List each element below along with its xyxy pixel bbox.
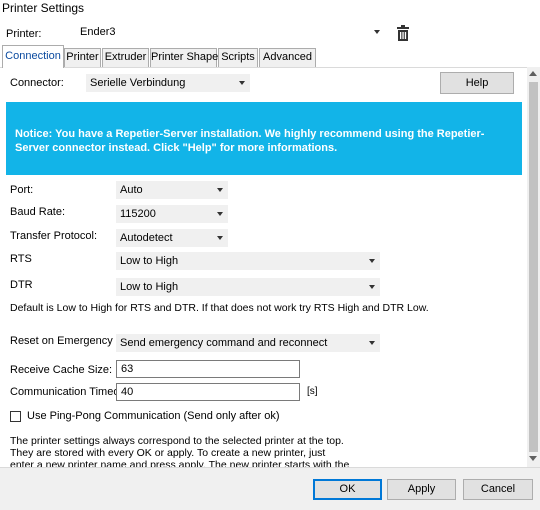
reset-on-emergency-select[interactable]: Send emergency command and reconnect: [116, 334, 380, 352]
help-button[interactable]: Help: [440, 72, 514, 94]
port-select-value: Auto: [120, 184, 143, 196]
ping-pong-label: Use Ping-Pong Communication (Send only a…: [27, 410, 280, 422]
dialog-footer: [0, 467, 540, 510]
repetier-server-notice: Notice: You have a Repetier-Server insta…: [6, 102, 522, 175]
printer-select[interactable]: Ender3: [74, 23, 385, 42]
transfer-protocol-select[interactable]: Autodetect: [116, 229, 228, 247]
rts-select-value: Low to High: [120, 255, 179, 267]
reset-on-emergency-select-value: Send emergency command and reconnect: [120, 337, 328, 349]
connector-select-value: Serielle Verbindung: [90, 77, 186, 89]
reset-on-emergency-label: Reset on Emergency: [10, 335, 113, 347]
tab-printer[interactable]: Printer: [64, 48, 101, 67]
chevron-down-icon: [239, 81, 245, 85]
port-select[interactable]: Auto: [116, 181, 228, 199]
chevron-down-icon: [369, 285, 375, 289]
tab-strip-line: [0, 67, 540, 68]
baud-rate-label: Baud Rate:: [10, 206, 66, 218]
tab-scripts[interactable]: Scripts: [218, 48, 258, 67]
connector-select[interactable]: Serielle Verbindung: [86, 74, 250, 92]
chevron-down-icon: [217, 212, 223, 216]
rts-label: RTS: [10, 253, 32, 265]
communication-timeout-label: Communication Timeout:: [10, 386, 132, 398]
timeout-unit: [s]: [307, 386, 318, 397]
trash-icon[interactable]: [396, 25, 410, 41]
baud-rate-select-value: 115200: [120, 208, 156, 220]
tab-printer-shape[interactable]: Printer Shape: [150, 48, 218, 67]
rts-select[interactable]: Low to High: [116, 252, 380, 270]
scrollbar-thumb[interactable]: [529, 82, 538, 452]
receive-cache-size-label: Receive Cache Size:: [10, 364, 113, 376]
chevron-down-icon: [369, 341, 375, 345]
scroll-up-icon[interactable]: [529, 71, 537, 76]
receive-cache-size-input[interactable]: 63: [116, 360, 300, 378]
communication-timeout-input[interactable]: 40: [116, 383, 300, 401]
tab-advanced[interactable]: Advanced: [259, 48, 316, 67]
tab-connection[interactable]: Connection: [2, 45, 64, 68]
printer-select-value: Ender3: [80, 26, 116, 38]
transfer-protocol-select-value: Autodetect: [120, 232, 173, 244]
window-title: Printer Settings: [2, 1, 85, 15]
chevron-down-icon: [217, 236, 223, 240]
chevron-down-icon: [369, 259, 375, 263]
cancel-button[interactable]: Cancel: [463, 479, 533, 500]
dtr-select[interactable]: Low to High: [116, 278, 380, 296]
chevron-down-icon: [374, 30, 380, 34]
port-label: Port:: [10, 184, 34, 196]
tab-extruder[interactable]: Extruder: [102, 48, 149, 67]
scroll-down-icon[interactable]: [529, 456, 537, 461]
baud-rate-select[interactable]: 115200: [116, 205, 228, 223]
transfer-protocol-label: Transfer Protocol:: [10, 230, 98, 242]
connector-label: Connector:: [10, 77, 64, 89]
dtr-label: DTR: [10, 279, 33, 291]
dtr-select-value: Low to High: [120, 281, 179, 293]
printer-label: Printer:: [6, 28, 42, 40]
ping-pong-checkbox[interactable]: [10, 411, 21, 422]
chevron-down-icon: [217, 188, 223, 192]
rts-dtr-note: Default is Low to High for RTS and DTR. …: [10, 302, 429, 314]
ok-button[interactable]: OK: [313, 479, 382, 500]
apply-button[interactable]: Apply: [387, 479, 456, 500]
